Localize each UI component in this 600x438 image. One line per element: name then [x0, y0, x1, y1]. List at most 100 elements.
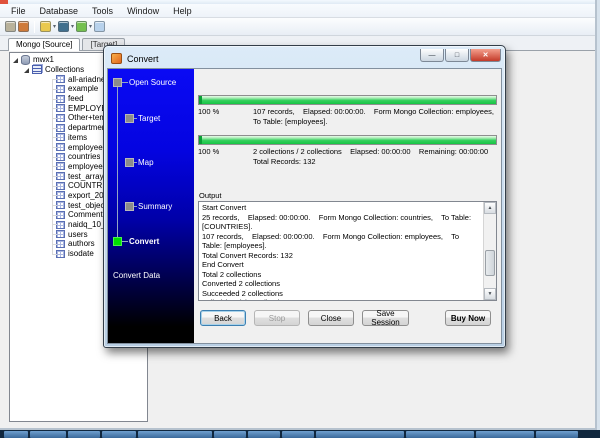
scroll-down-button[interactable]: ▼ [484, 288, 496, 300]
tree-item-label: test_array [68, 172, 104, 181]
step-target: Target [125, 113, 160, 123]
scroll-up-button[interactable]: ▲ [484, 202, 496, 214]
taskbar-button[interactable] [476, 431, 534, 438]
collection-progress-row: 100 % 107 records, Elapsed: 00:00:00. Fo… [198, 106, 497, 132]
minimize-button[interactable]: — [420, 49, 444, 62]
expander-icon[interactable] [13, 58, 18, 63]
collection-progress-bar [198, 95, 497, 105]
table-icon [56, 182, 65, 190]
tree-item-label: isodate [68, 249, 94, 258]
step-marker [125, 202, 134, 211]
tree-root-label: mwx1 [33, 55, 54, 64]
convert-main-panel: 100 % 107 records, Elapsed: 00:00:00. Fo… [194, 69, 501, 343]
save-session-button[interactable]: Save Session [362, 310, 409, 326]
taskbar-button[interactable] [30, 431, 66, 438]
session-icon [76, 21, 87, 32]
taskbar-button[interactable] [536, 431, 578, 438]
target-database-button[interactable]: ▾ [58, 21, 74, 32]
dialog-titlebar[interactable]: Convert — □ ✕ [107, 49, 502, 68]
source-database-icon [40, 21, 51, 32]
dropdown-arrow-icon[interactable]: ▾ [71, 23, 74, 30]
output-line: Converted 2 collections [202, 279, 481, 289]
expander-icon[interactable] [24, 68, 29, 73]
convert-data-label: Convert Data [113, 271, 160, 280]
taskbar-button[interactable] [282, 431, 314, 438]
output-line: Total Convert Records: 132 [202, 251, 481, 261]
collection-progress-percent: 100 % [198, 106, 253, 132]
dialog-body: Open SourceTargetMapSummaryConvert Conve… [107, 68, 502, 344]
step-summary: Summary [125, 201, 172, 211]
minimize-icon: — [429, 52, 436, 59]
tree-item-label: test_object [68, 201, 107, 210]
output-line: Failed (partly) 0 collections [202, 298, 481, 301]
menu-item-file[interactable]: File [4, 6, 33, 16]
taskbar-button[interactable] [248, 431, 280, 438]
scroll-up-icon: ▲ [488, 205, 493, 211]
taskbar-button[interactable] [406, 431, 474, 438]
table-icon [56, 172, 65, 180]
tree-item-label: authors [68, 239, 95, 248]
close-button[interactable]: ✕ [470, 49, 501, 62]
output-line: Total 2 collections [202, 270, 481, 280]
tree-item-label: Comments [68, 210, 107, 219]
tree-item-label: example [68, 84, 98, 93]
step-label: Summary [138, 202, 172, 211]
menu-item-tools[interactable]: Tools [85, 6, 120, 16]
taskbar-button[interactable] [214, 431, 246, 438]
tree-item-label: users [68, 230, 88, 239]
dropdown-arrow-icon[interactable]: ▾ [53, 23, 56, 30]
bulb-icon [5, 21, 16, 32]
table-icon [56, 133, 65, 141]
total-progress-bar [198, 135, 497, 145]
total-progress-row: 100 % 2 collections / 2 collections Elap… [198, 146, 497, 172]
dropdown-arrow-icon[interactable]: ▾ [89, 23, 92, 30]
tree-folder-label: Collections [45, 65, 84, 74]
output-line: End Convert [202, 260, 481, 270]
steps-connector-line [117, 86, 118, 241]
step-connector [134, 206, 137, 207]
buy-now-button[interactable]: Buy Now [445, 310, 491, 326]
taskbar-button[interactable] [68, 431, 100, 438]
taskbar-button[interactable] [4, 431, 28, 438]
tab-mongo-source[interactable]: Mongo [Source] [8, 38, 80, 50]
bulb-button[interactable] [5, 21, 16, 32]
database-icon [21, 55, 30, 65]
step-label: Convert [129, 237, 159, 246]
caption-buttons: — □ ✕ [419, 49, 501, 62]
step-marker [125, 158, 134, 167]
table-icon [56, 240, 65, 248]
scroll-down-icon: ▼ [488, 291, 493, 297]
refresh-database-button[interactable] [18, 21, 29, 32]
maximize-button[interactable]: □ [445, 49, 469, 62]
output-line: 25 records, Elapsed: 00:00:00. Form Mong… [202, 213, 481, 232]
close-icon: ✕ [483, 51, 489, 59]
menu-bar: FileDatabaseToolsWindowHelp [0, 4, 595, 18]
table-icon [56, 201, 65, 209]
table-icon [56, 191, 65, 199]
output-scrollbar[interactable]: ▲ ▼ [483, 202, 496, 300]
source-database-button[interactable]: ▾ [40, 21, 56, 32]
step-marker [113, 237, 122, 246]
output-box[interactable]: Start Convert25 records, Elapsed: 00:00:… [198, 201, 497, 301]
close-action-button[interactable]: Close [308, 310, 354, 326]
output-label: Output [199, 191, 497, 200]
menu-item-help[interactable]: Help [166, 6, 199, 16]
table-icon [56, 162, 65, 170]
table-icon [56, 104, 65, 112]
scrollbar-thumb[interactable] [485, 250, 495, 276]
taskbar[interactable] [0, 430, 600, 438]
session-button[interactable]: ▾ [76, 21, 92, 32]
step-marker [125, 114, 134, 123]
step-label: Target [138, 114, 160, 123]
table-icon [56, 114, 65, 122]
menu-item-window[interactable]: Window [120, 6, 166, 16]
stop-button[interactable]: Stop [254, 310, 300, 326]
menu-item-database[interactable]: Database [33, 6, 86, 16]
taskbar-button[interactable] [138, 431, 212, 438]
taskbar-button[interactable] [316, 431, 404, 438]
output-line: 107 records, Elapsed: 00:00:00. Form Mon… [202, 232, 481, 251]
back-button[interactable]: Back [200, 310, 246, 326]
table-grid-button[interactable] [94, 21, 105, 32]
taskbar-button[interactable] [102, 431, 136, 438]
total-progress-text: 2 collections / 2 collections Elapsed: 0… [253, 146, 497, 172]
